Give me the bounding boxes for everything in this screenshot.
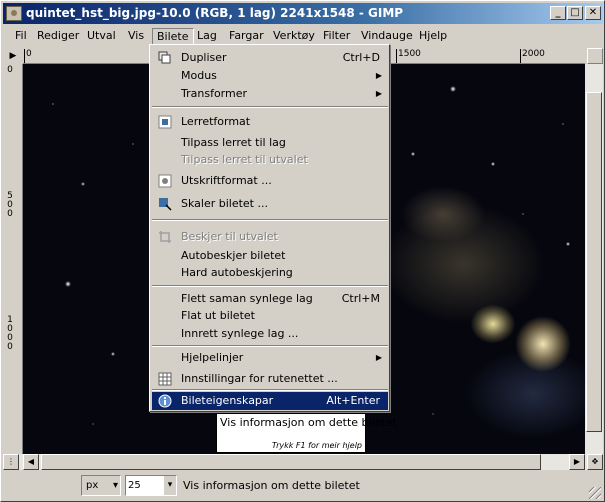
grid-icon [158,372,172,386]
menu-item-canvas-size[interactable]: Lerretformat [152,113,388,131]
menu-item-shortcut: Ctrl+D [342,51,380,64]
horizontal-scroll-thumb[interactable] [41,454,541,470]
menu-help[interactable]: Hjelp [415,28,451,45]
menu-item-label: Utskriftformat ... [181,174,272,187]
vertical-scrollbar[interactable] [585,64,603,454]
menu-item-label: Innstillingar for rutenettet ... [181,372,338,385]
menu-item-label: Tilpass lerret til utvalet [181,153,308,166]
menu-tools[interactable]: Verktøy [269,28,319,45]
menu-item-fit-canvas-to-layers[interactable]: Tilpass lerret til lag [152,134,388,152]
menu-item-guides[interactable]: Hjelpelinjer ▶ [152,349,388,367]
menu-item-transform[interactable]: Transformer ▶ [152,85,388,103]
menu-item-label: Bileteigenskapar [181,394,274,407]
tooltip-hint: Trykk F1 for meir hjelp [271,441,362,450]
vertical-ruler: 0 5 0 0 1 0 0 0 [3,64,23,454]
chevron-down-icon[interactable]: ▾ [164,476,176,495]
menu-view[interactable]: Vis [124,28,148,45]
navigation-button[interactable] [587,48,603,64]
ruler-tick: 2000 [520,49,545,63]
horizontal-scrollbar[interactable]: ⋮ ◀ ▶ ✥ [3,454,603,470]
menu-item-crop-to-selection: Beskjer til utvalet [152,228,388,246]
menu-item-label: Skaler biletet ... [181,197,268,210]
menu-image[interactable]: Bilete [152,28,194,45]
ruler-tick: 1 0 0 0 [7,315,13,352]
ruler-tick: 0 [7,65,13,75]
resize-grip-icon[interactable] [589,487,601,499]
menu-file[interactable]: Fil [11,28,31,45]
image-menu-arrow-button[interactable]: ▶ [3,48,23,64]
menu-item-fit-canvas-to-selection: Tilpass lerret til utvalet [152,151,388,169]
vertical-scroll-thumb[interactable] [586,92,602,432]
menu-separator [152,389,388,391]
menu-item-scale-image[interactable]: Skaler biletet ... [152,195,388,213]
menu-item-label: Lerretformat [181,115,251,128]
navigate-icon[interactable]: ✥ [587,454,603,470]
submenu-arrow-icon: ▶ [375,71,382,80]
gimp-app-icon[interactable] [6,6,22,21]
menu-item-label: Hjelpelinjer [181,351,244,364]
minimize-button[interactable]: _ [550,6,566,20]
canvas-size-icon [158,115,172,129]
menu-item-merge-visible-layers[interactable]: Flett saman synlege lag Ctrl+M [152,290,388,308]
menu-item-duplicate[interactable]: Dupliser Ctrl+D [152,49,388,67]
window-title: quintet_hst_big.jpg-10.0 (RGB, 1 lag) 22… [26,6,404,20]
menu-item-autocrop[interactable]: Autobeskjer biletet [152,247,388,265]
ruler-tick: 0 [24,49,32,63]
menu-item-label: Flett saman synlege lag [181,292,313,305]
menu-filters[interactable]: Filter [319,28,354,45]
menu-item-align-visible-layers[interactable]: Innrett synlege lag ... [152,325,388,343]
ruler-tick: 5 0 0 [7,191,13,219]
status-bar: px 25 ▾ Vis informasjon om dette biletet [3,471,603,501]
menu-item-label: Transformer [181,87,248,100]
menu-item-zealous-crop[interactable]: Hard autobeskjering [152,264,388,282]
menu-layer[interactable]: Lag [193,28,221,45]
menu-item-flatten-image[interactable]: Flat ut biletet [152,307,388,325]
scroll-right-button[interactable]: ▶ [569,454,585,470]
menu-separator [152,106,388,108]
title-bar[interactable]: quintet_hst_big.jpg-10.0 (RGB, 1 lag) 22… [3,3,603,24]
menu-bar: Fil Rediger Utval Vis Bilete Lag Fargar … [3,26,603,46]
menu-item-print-size[interactable]: Utskriftformat ... [152,172,388,190]
menu-item-label: Beskjer til utvalet [181,230,278,243]
menu-item-label: Innrett synlege lag ... [181,327,299,340]
duplicate-icon [158,51,171,64]
menu-item-label: Flat ut biletet [181,309,255,322]
menu-item-label: Tilpass lerret til lag [181,136,286,149]
menu-separator [152,345,388,347]
zoom-combo[interactable]: 25 ▾ [125,475,177,496]
menu-item-label: Modus [181,69,217,82]
ruler-tick: 1500 [396,49,421,63]
menu-colors[interactable]: Fargar [225,28,268,45]
print-size-icon [158,174,172,188]
crop-icon [159,231,171,243]
maximize-button[interactable]: □ [567,6,583,20]
menu-item-label: Autobeskjer biletet [181,249,286,262]
status-message: Vis informasjon om dette biletet [183,479,360,492]
menu-separator [152,219,388,221]
menu-item-shortcut: Ctrl+M [341,292,380,305]
close-button[interactable]: ✕ [585,6,601,20]
unit-select[interactable]: px [81,475,121,496]
menu-select[interactable]: Utval [83,28,120,45]
tooltip: Vis informasjon om dette biletet Trykk F… [216,413,397,453]
image-menu-dropdown: Dupliser Ctrl+D Modus ▶ Transformer ▶ Le… [149,44,390,412]
scale-icon [159,198,172,211]
scroll-left-button[interactable]: ◀ [23,454,39,470]
menu-item-mode[interactable]: Modus ▶ [152,67,388,85]
menu-item-configure-grid[interactable]: Innstillingar for rutenettet ... [152,370,388,388]
submenu-arrow-icon: ▶ [375,89,382,98]
quick-mask-toggle-icon[interactable]: ⋮ [3,454,19,470]
menu-edit[interactable]: Rediger [33,28,83,45]
submenu-arrow-icon: ▶ [375,353,382,362]
menu-item-shortcut: Alt+Enter [326,394,380,407]
info-icon [158,394,172,408]
tooltip-text: Vis informasjon om dette biletet [220,416,397,429]
menu-windows[interactable]: Vindauge [357,28,417,45]
menu-item-image-properties[interactable]: Bileteigenskapar Alt+Enter [152,392,388,410]
menu-item-label: Hard autobeskjering [181,266,293,279]
menu-item-label: Dupliser [181,51,227,64]
zoom-value: 25 [128,480,141,491]
menu-separator [152,285,388,287]
